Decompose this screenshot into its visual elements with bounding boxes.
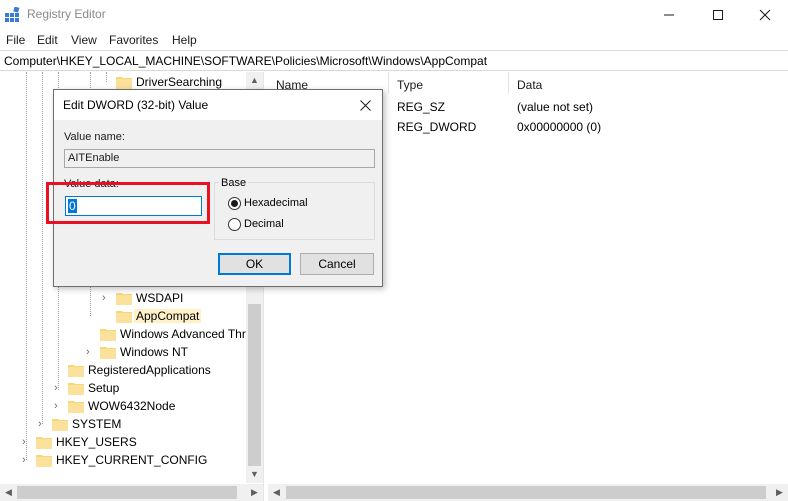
menu-help[interactable]: Help [172, 33, 197, 47]
menu-bar: File Edit View Favorites Help [0, 31, 788, 49]
cell-data: 0x00000000 (0) [517, 120, 602, 134]
cancel-button[interactable]: Cancel [300, 253, 374, 275]
column-header-type[interactable]: Type [397, 78, 423, 92]
registry-editor-window: Registry Editor File Edit View Favorites… [0, 0, 788, 501]
tree-item-label: Setup [88, 381, 120, 395]
menu-file[interactable]: File [6, 33, 25, 47]
tree-item-label: AppCompat [134, 309, 202, 323]
tree-item-label: HKEY_CURRENT_CONFIG [56, 453, 208, 467]
folder-icon [100, 327, 116, 341]
tree-item-label: WSDAPI [136, 291, 184, 305]
tree-item-label: SYSTEM [72, 417, 122, 431]
column-divider[interactable] [508, 72, 509, 94]
scroll-right-arrow-icon[interactable]: ▶ [246, 484, 263, 501]
tree-guide-line [42, 72, 43, 424]
title-bar: Registry Editor [0, 0, 788, 30]
tree-guide-line [106, 72, 107, 82]
tree-item-label: Windows Advanced Thr [120, 327, 246, 341]
tree-item-label: RegisteredApplications [88, 363, 211, 377]
chevron-right-icon[interactable]: › [22, 436, 32, 448]
list-horizontal-scrollbar[interactable]: ◀ ▶ [268, 484, 788, 501]
cell-type: REG_DWORD [397, 120, 477, 134]
chevron-right-icon[interactable]: › [38, 418, 48, 430]
address-bar[interactable]: Computer\HKEY_LOCAL_MACHINE\SOFTWARE\Pol… [0, 50, 788, 71]
value-name-label: Value name: [64, 131, 125, 143]
menu-favorites[interactable]: Favorites [109, 33, 158, 47]
scroll-left-arrow-icon[interactable]: ◀ [0, 484, 17, 501]
folder-icon [116, 75, 132, 89]
folder-icon [36, 435, 52, 449]
base-label: Base [219, 177, 249, 189]
minimize-button[interactable] [646, 0, 692, 30]
hexadecimal-label[interactable]: Hexadecimal [244, 197, 308, 209]
chevron-right-icon[interactable]: › [54, 400, 64, 412]
folder-icon [100, 345, 116, 359]
chevron-right-icon[interactable]: › [102, 292, 112, 304]
scroll-up-arrow-icon[interactable]: ▲ [246, 72, 263, 89]
hexadecimal-radio[interactable] [228, 197, 241, 210]
cell-type: REG_SZ [397, 100, 446, 114]
folder-icon [116, 309, 132, 323]
tree-guide-line [26, 72, 27, 460]
tree-item-label: DriverSearching [136, 75, 223, 89]
folder-icon [68, 363, 84, 377]
column-header-data[interactable]: Data [517, 78, 542, 92]
chevron-right-icon[interactable]: › [86, 346, 96, 358]
ok-button[interactable]: OK [218, 253, 291, 275]
annotation-highlight-box [46, 182, 210, 224]
registry-editor-icon [5, 6, 21, 23]
folder-icon [68, 381, 84, 395]
scrollbar-thumb[interactable] [248, 304, 261, 466]
scrollbar-thumb[interactable] [17, 486, 237, 499]
dialog-close-button[interactable] [352, 93, 378, 117]
chevron-right-icon[interactable]: › [54, 382, 64, 394]
tree-horizontal-scrollbar[interactable]: ◀ ▶ [0, 484, 263, 501]
menu-view[interactable]: View [71, 33, 97, 47]
decimal-label[interactable]: Decimal [244, 218, 284, 230]
scroll-down-arrow-icon[interactable]: ▼ [246, 466, 263, 483]
window-title: Registry Editor [27, 7, 106, 21]
menu-edit[interactable]: Edit [37, 33, 58, 47]
folder-icon [36, 453, 52, 467]
scrollbar-thumb[interactable] [286, 486, 766, 499]
decimal-radio[interactable] [228, 218, 241, 231]
address-path: Computer\HKEY_LOCAL_MACHINE\SOFTWARE\Pol… [4, 54, 488, 68]
scroll-right-arrow-icon[interactable]: ▶ [771, 484, 788, 501]
tree-item-label: WOW6432Node [88, 399, 176, 413]
folder-icon [116, 291, 132, 305]
folder-icon [68, 399, 84, 413]
scroll-left-arrow-icon[interactable]: ◀ [268, 484, 285, 501]
close-button[interactable] [742, 0, 788, 30]
value-name-field: AITEnable [64, 149, 375, 168]
dialog-title-bar: Edit DWORD (32-bit) Value [54, 90, 382, 120]
cell-data: (value not set) [517, 100, 594, 114]
folder-icon [52, 417, 68, 431]
tree-item-label: Windows NT [120, 345, 189, 359]
maximize-button[interactable] [695, 0, 741, 30]
base-group [214, 182, 375, 240]
column-divider[interactable] [388, 72, 389, 94]
dialog-title: Edit DWORD (32-bit) Value [63, 98, 209, 112]
tree-item-label: HKEY_USERS [56, 435, 137, 449]
chevron-right-icon[interactable]: › [22, 454, 32, 466]
